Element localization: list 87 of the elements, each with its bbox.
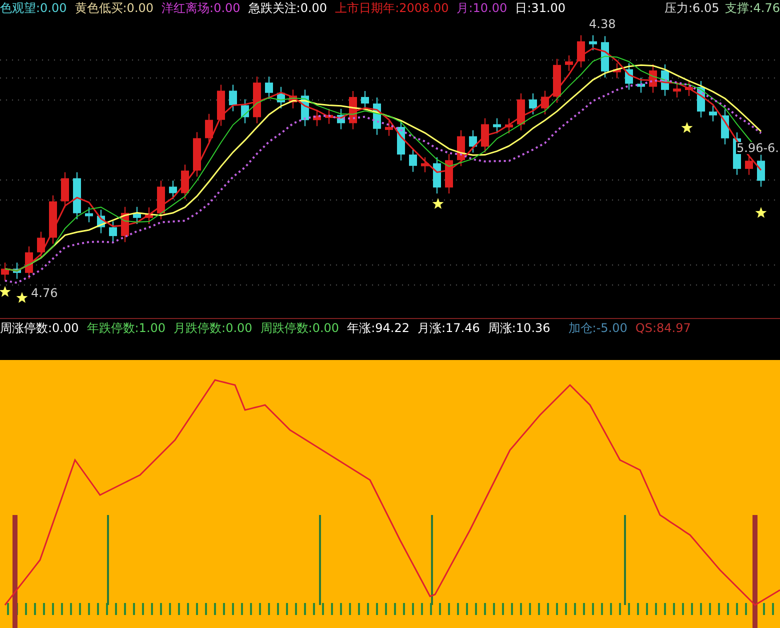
indicator-value: 黄色低买:0.00	[74, 2, 154, 14]
candlestick	[25, 246, 33, 280]
star-icon	[16, 292, 28, 303]
candlestick	[757, 154, 765, 188]
indicator-value: 上市日期年:2008.00	[335, 2, 449, 14]
candlestick	[613, 62, 621, 79]
candlestick	[133, 206, 141, 224]
price-label: 4.38	[588, 18, 617, 30]
candlestick	[505, 118, 513, 134]
price-label: 5.96-6.	[736, 142, 780, 154]
candlestick	[397, 120, 405, 162]
candlestick	[649, 64, 657, 94]
candlestick	[349, 90, 357, 130]
candlestick	[169, 180, 177, 200]
candlestick	[445, 154, 453, 194]
candlestick	[121, 206, 129, 243]
candlestick	[277, 86, 285, 109]
candlestick	[49, 194, 57, 244]
indicator-value: 周涨:10.36	[488, 322, 550, 337]
candlestick	[181, 164, 189, 200]
candlestick	[73, 172, 81, 220]
indicator-value: 洋红离场:0.00	[162, 2, 240, 14]
candlestick	[265, 76, 273, 100]
candlestick	[241, 98, 249, 124]
indicator-value: QS:84.97	[635, 322, 691, 337]
indicator-value: 色观望:0.00	[0, 2, 67, 14]
candlestick	[97, 209, 105, 234]
star-icon	[681, 122, 693, 133]
indicator-value: 周涨停数:0.00	[0, 322, 79, 337]
candlestick	[637, 77, 645, 94]
candlestick	[37, 231, 45, 259]
indicator-value: 急跌关注:0.00	[248, 2, 328, 14]
candlestick	[601, 36, 609, 78]
candlestick	[301, 89, 309, 127]
candlestick	[337, 108, 345, 130]
star-icon	[432, 198, 444, 209]
candlestick	[61, 172, 69, 208]
indicator-value: 日:31.00	[515, 2, 566, 14]
indicator-value: 年跌停数:1.00	[86, 322, 166, 337]
candlestick	[697, 80, 705, 118]
indicator-value: 月跌停数:0.00	[174, 322, 252, 337]
candlestick	[193, 132, 201, 178]
candlestick	[157, 180, 165, 220]
star-icon	[0, 286, 11, 297]
level-value: 支撑:4.76	[725, 2, 780, 14]
candlestick	[253, 76, 261, 124]
candlestick	[565, 54, 573, 72]
candlestick	[217, 84, 225, 126]
candlestick	[745, 154, 753, 176]
candlestick	[457, 130, 465, 167]
candlestick	[577, 34, 585, 68]
candlestick	[385, 120, 393, 136]
candlestick	[529, 92, 537, 115]
candlestick	[589, 34, 597, 51]
candlestick	[1, 262, 9, 282]
candlestick	[421, 156, 429, 173]
indicator-value: 周跌停数:0.00	[260, 322, 340, 337]
indicator-value: 月:10.00	[456, 2, 508, 14]
candlestick	[373, 97, 381, 136]
candlestick	[517, 92, 525, 131]
candlestick	[493, 118, 501, 134]
star-icon	[755, 207, 767, 218]
candlestick	[313, 109, 321, 127]
candlestick	[709, 105, 717, 122]
candlestick	[685, 80, 693, 96]
price-label: 4.76	[30, 287, 59, 299]
indicator-value: 加仓:-5.00	[568, 322, 628, 337]
candlestick	[409, 148, 417, 172]
candlestick	[553, 58, 561, 104]
candlestick	[325, 108, 333, 124]
candlestick	[721, 108, 729, 145]
candlestick	[541, 90, 549, 115]
candlestick	[229, 84, 237, 112]
indicator-value: 月涨:17.46	[417, 322, 480, 337]
candlestick	[13, 262, 21, 280]
candlestick	[625, 62, 633, 90]
candlestick	[469, 130, 477, 154]
level-value: 压力:6.05	[664, 2, 720, 14]
candlestick	[85, 206, 93, 223]
candlestick	[481, 118, 489, 154]
candlestick	[673, 82, 681, 98]
candlestick	[433, 156, 441, 194]
indicator-value: 年涨:94.22	[347, 322, 410, 337]
candlestick	[661, 64, 669, 96]
candlestick	[145, 206, 153, 224]
candlestick	[289, 89, 297, 109]
candlestick	[109, 220, 117, 243]
